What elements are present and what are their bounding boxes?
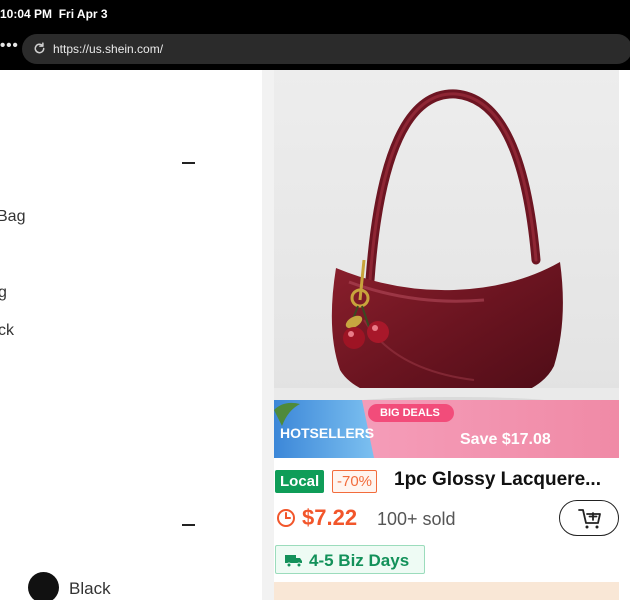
truck-icon: [285, 555, 302, 568]
next-card-strip: [274, 582, 619, 600]
sold-count: 100+ sold: [377, 509, 456, 529]
promo-big-deals: BIG DEALS: [380, 407, 440, 419]
add-to-cart-icon: [578, 509, 601, 529]
local-badge: Local: [275, 470, 325, 493]
filter-option[interactable]: g: [0, 284, 7, 302]
panel-divider: [262, 70, 274, 600]
filter-panel: Bag g ck: [0, 70, 262, 600]
promo-save: Save $17.08: [460, 431, 551, 448]
add-to-cart-button[interactable]: [559, 500, 619, 536]
color-swatch-black[interactable]: [28, 572, 59, 600]
product-title[interactable]: 1pc Glossy Lacquere...: [394, 469, 601, 491]
delivery-text: 4-5 Biz Days: [309, 551, 410, 570]
browser-toolbar: ••• https://us.shein.com/: [0, 30, 630, 70]
status-date: Fri Apr 3: [58, 7, 108, 21]
address-bar[interactable]: https://us.shein.com/: [22, 34, 630, 64]
ellipsis-icon[interactable]: •••: [0, 37, 19, 54]
status-time: 10:04 PM Fri Apr 3: [0, 7, 108, 21]
collapse-icon[interactable]: [182, 162, 195, 164]
color-label[interactable]: Black: [69, 579, 111, 599]
status-clock: 10:04 PM: [0, 7, 53, 21]
product-card[interactable]: HOTSELLERS BIG DEALS Save $17.08 Local -…: [274, 70, 630, 600]
url-text[interactable]: https://us.shein.com/: [53, 42, 163, 56]
discount-badge: -70%: [332, 470, 378, 493]
promo-hotsellers: HOTSELLERS: [280, 425, 375, 441]
product-price: $7.22: [302, 505, 358, 530]
status-bar: 10:04 PM Fri Apr 3: [0, 0, 630, 30]
clock-icon: [277, 509, 295, 527]
filter-option[interactable]: ck: [0, 322, 14, 340]
collapse-icon[interactable]: [182, 524, 195, 526]
filter-option-bag[interactable]: Bag: [0, 208, 25, 226]
delivery-badge: 4-5 Biz Days: [275, 545, 425, 574]
reload-icon[interactable]: [32, 41, 47, 56]
